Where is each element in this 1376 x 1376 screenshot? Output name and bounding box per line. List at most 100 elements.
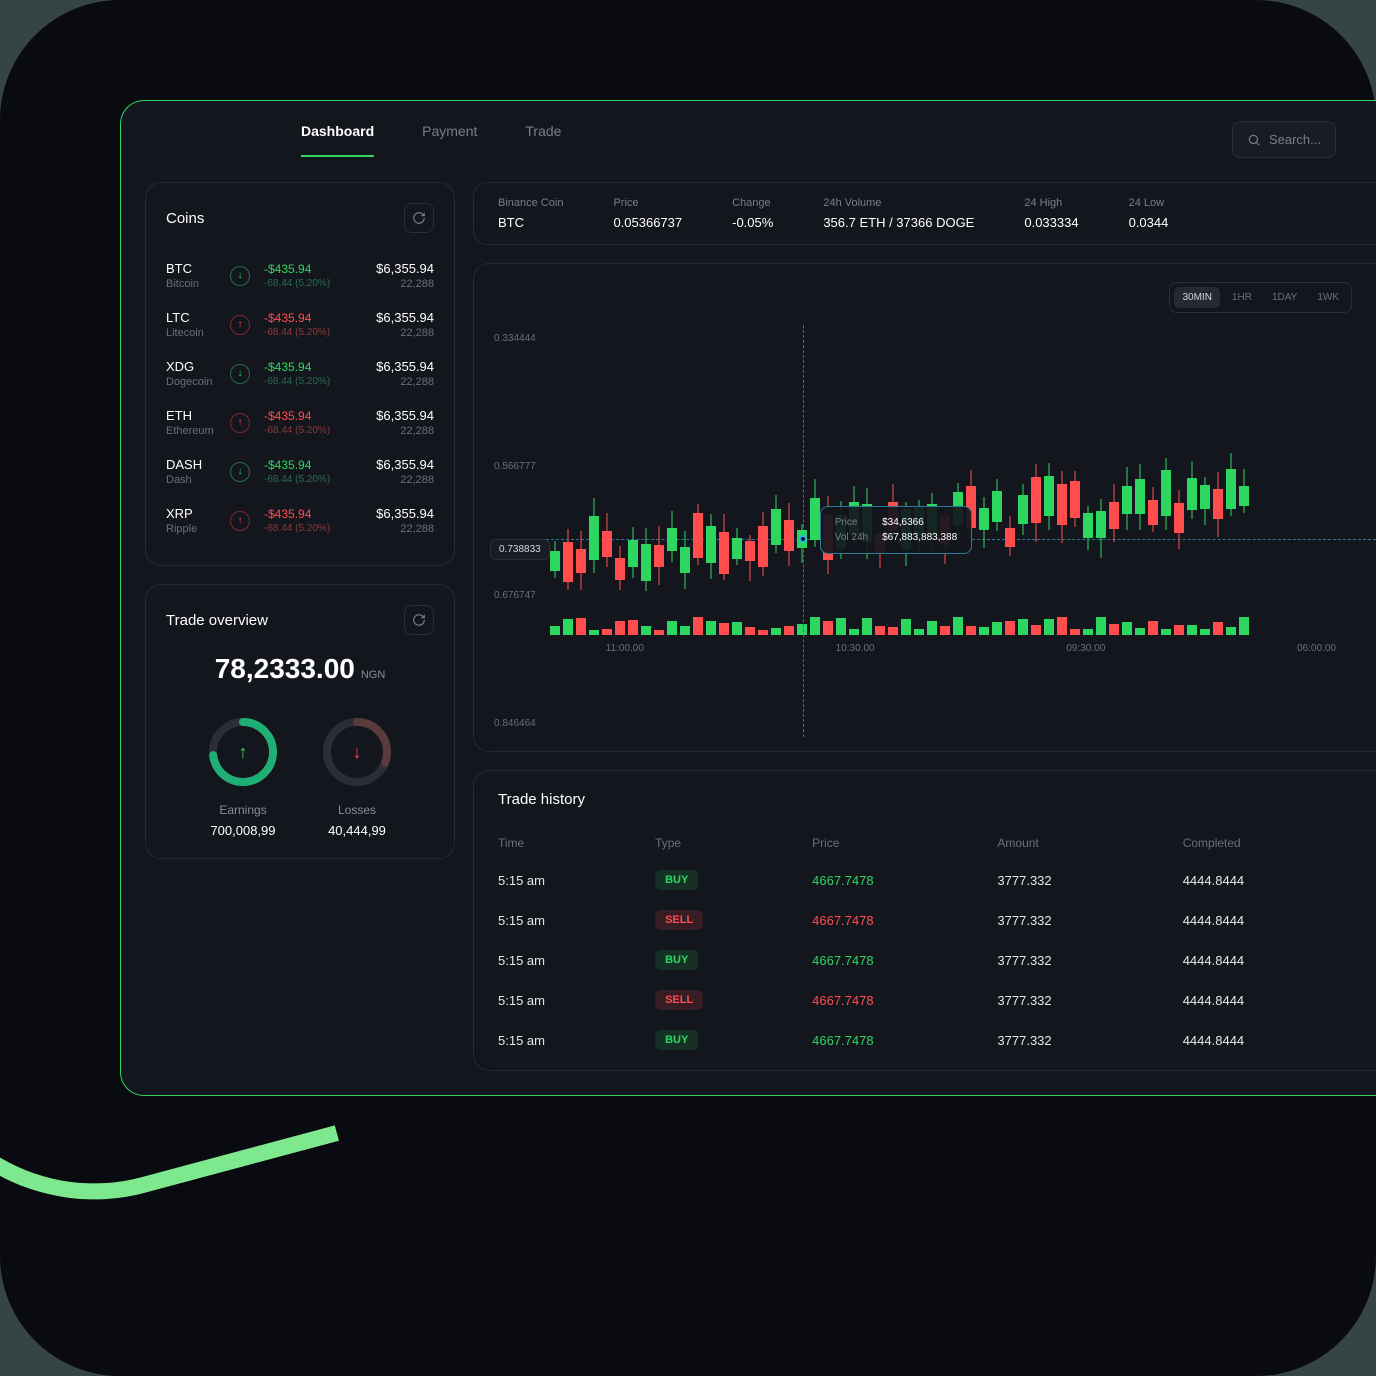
coin-volume: 22,288 (376, 376, 434, 388)
chart-plot[interactable]: Price $34,6366 Vol 24h $67,883,883,388 1… (546, 325, 1376, 737)
timeframe-1hr[interactable]: 1HR (1224, 287, 1260, 308)
coin-row[interactable]: XRPRipple↑-$435.94-68.44 (5.20%)$6,355.9… (166, 496, 434, 545)
cell-amount: 3777.332 (997, 1033, 1166, 1048)
coin-row[interactable]: BTCBitcoin↓-$435.94-68.44 (5.20%)$6,355.… (166, 251, 434, 300)
candle (1018, 484, 1028, 613)
y-tick: 0.334444 (494, 333, 536, 344)
stat-coin-symbol: BTC (498, 215, 563, 230)
volume-bar (589, 630, 599, 635)
volume-bar (1083, 629, 1093, 635)
arrow-down-icon: ↑ (230, 413, 250, 433)
volume-bar (1070, 629, 1080, 635)
coin-row[interactable]: XDGDogecoin↓-$435.94-68.44 (5.20%)$6,355… (166, 349, 434, 398)
history-row[interactable]: 5:15 amSELL4667.74783777.3324444.8444 (498, 980, 1352, 1020)
type-badge: SELL (655, 990, 703, 1010)
volume-bar (628, 620, 638, 635)
candle (771, 495, 781, 613)
refresh-icon (412, 211, 426, 225)
volume-bar (849, 629, 859, 635)
coin-price: $6,355.94 (376, 408, 434, 423)
stat-low-label: 24 Low (1129, 197, 1169, 209)
volume-bar (602, 629, 612, 636)
cell-time: 5:15 am (498, 953, 639, 968)
arrow-down-icon: ↑ (230, 315, 250, 335)
volume-bar (1031, 625, 1041, 635)
cell-completed: 4444.8444 (1183, 993, 1352, 1008)
volume-bar (680, 626, 690, 636)
candle (810, 479, 820, 614)
volume-bar (615, 621, 625, 635)
coin-row[interactable]: ETHEthereum↑-$435.94-68.44 (5.20%)$6,355… (166, 398, 434, 447)
volume-bar (1096, 617, 1106, 635)
coin-symbol: XDG (166, 359, 224, 374)
coin-price: $6,355.94 (376, 457, 434, 472)
losses-ring: ↓ Losses 40,444,99 (320, 715, 394, 838)
volume-bar (1005, 621, 1015, 636)
history-row[interactable]: 5:15 amBUY4667.74783777.3324444.8444 (498, 1020, 1352, 1060)
arrow-up-icon: ↓ (230, 462, 250, 482)
coin-volume: 22,288 (376, 474, 434, 486)
timeframe-selector: 30MIN1HR1DAY1WK (1169, 282, 1352, 313)
history-row[interactable]: 5:15 amBUY4667.74783777.3324444.8444 (498, 940, 1352, 980)
candle (1044, 463, 1054, 613)
chart-tooltip: Price $34,6366 Vol 24h $67,883,883,388 (820, 506, 972, 554)
tooltip-price-value: $34,6366 (882, 517, 957, 528)
volume-bar (1187, 625, 1197, 635)
tooltip-vol-value: $67,883,883,388 (882, 532, 957, 543)
nav-tab-dashboard[interactable]: Dashboard (301, 123, 374, 157)
candle (1135, 464, 1145, 613)
col-amount: Amount (997, 836, 1166, 850)
coin-row[interactable]: DASHDash↓-$435.94-68.44 (5.20%)$6,355.94… (166, 447, 434, 496)
chart-y-marker: 0.738833 (490, 539, 550, 560)
type-badge: BUY (655, 870, 698, 890)
refresh-button[interactable] (404, 605, 434, 635)
coin-symbol: LTC (166, 310, 224, 325)
volume-bar (1148, 621, 1158, 635)
col-completed: Completed (1183, 836, 1352, 850)
type-badge: BUY (655, 950, 698, 970)
coin-subdelta: -68.44 (5.20%) (264, 474, 370, 485)
search-input[interactable]: Search... (1232, 121, 1336, 158)
cell-completed: 4444.8444 (1183, 953, 1352, 968)
earnings-ring: ↑ Earnings 700,008,99 (206, 715, 280, 838)
nav-tab-payment[interactable]: Payment (422, 123, 477, 157)
volume-bar (550, 626, 560, 635)
nav-tab-trade[interactable]: Trade (525, 123, 561, 157)
stat-high-value: 0.033334 (1024, 215, 1078, 230)
timeframe-30min[interactable]: 30MIN (1174, 287, 1219, 308)
trade-overview-panel: Trade overview 78,2333.00 NGN ↑ (145, 584, 455, 859)
cell-time: 5:15 am (498, 993, 639, 1008)
coin-symbol: BTC (166, 261, 224, 276)
volume-bar (1057, 617, 1067, 635)
timeframe-1wk[interactable]: 1WK (1309, 287, 1347, 308)
candle (654, 526, 664, 613)
overview-title: Trade overview (166, 612, 268, 629)
history-title: Trade history (498, 791, 1352, 808)
stat-change-value: -0.05% (732, 215, 773, 230)
stat-change-label: Change (732, 197, 773, 209)
refresh-button[interactable] (404, 203, 434, 233)
volume-bar (940, 626, 950, 635)
volume-bar (953, 617, 963, 635)
volume-bar (1200, 629, 1210, 635)
candle (1083, 506, 1093, 613)
volume-bar (641, 626, 651, 636)
history-row[interactable]: 5:15 amSELL4667.74783777.3324444.8444 (498, 900, 1352, 940)
coin-row[interactable]: LTCLitecoin↑-$435.94-68.44 (5.20%)$6,355… (166, 300, 434, 349)
history-row[interactable]: 5:15 amBUY4667.74783777.3324444.8444 (498, 860, 1352, 900)
volume-bar (1161, 629, 1171, 636)
coin-symbol: XRP (166, 506, 224, 521)
candle (615, 546, 625, 614)
candle (693, 504, 703, 614)
candle (680, 531, 690, 614)
candle (1226, 453, 1236, 613)
volume-bars (546, 613, 1376, 635)
type-badge: SELL (655, 910, 703, 930)
timeframe-1day[interactable]: 1DAY (1264, 287, 1305, 308)
volume-bar (797, 624, 807, 635)
volume-bar (888, 627, 898, 635)
cell-completed: 4444.8444 (1183, 873, 1352, 888)
candle (1096, 499, 1106, 613)
coin-symbol: ETH (166, 408, 224, 423)
cell-amount: 3777.332 (997, 953, 1166, 968)
